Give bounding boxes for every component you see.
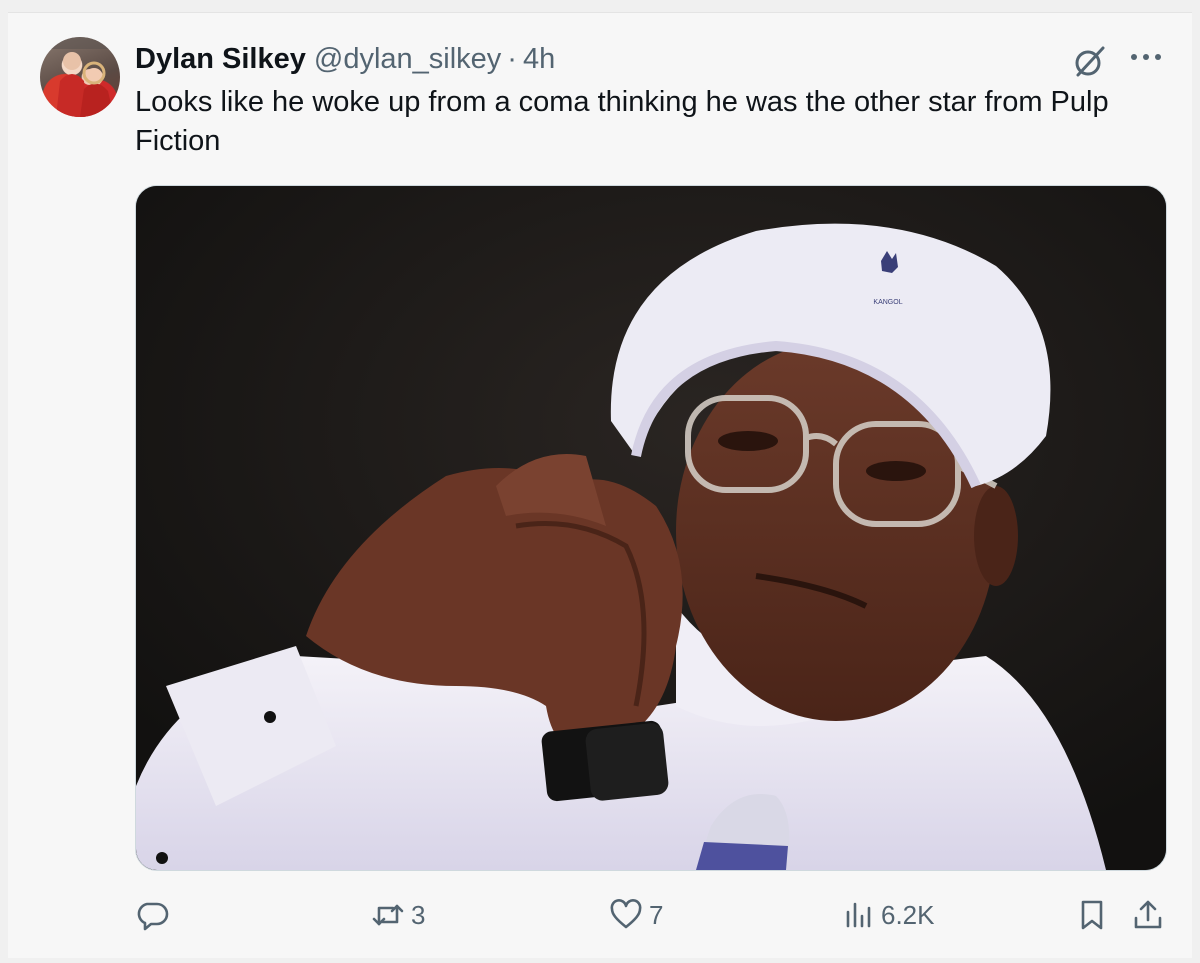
share-icon [1134, 900, 1162, 929]
views-count: 6.2K [881, 899, 935, 930]
svg-text:KANGOL: KANGOL [873, 299, 902, 306]
retweet-count: 3 [411, 899, 426, 930]
timestamp[interactable]: 4h [523, 43, 555, 76]
user-handle[interactable]: @dylan_silkey [314, 43, 501, 76]
grok-icon[interactable] [1072, 43, 1108, 79]
tweet-header: Dylan Silkey @dylan_silkey · 4h [135, 39, 555, 79]
separator: · [507, 42, 517, 75]
bookmark-button[interactable] [1075, 893, 1109, 937]
avatar[interactable] [40, 37, 120, 117]
tweet-actions: 3 7 6.2K [135, 893, 1165, 937]
reply-icon [137, 902, 169, 931]
views-button[interactable]: 6.2K [841, 893, 935, 937]
tweet-media-photo[interactable]: KANGOL [135, 185, 1167, 871]
retweet-icon [372, 904, 404, 926]
bookmark-icon [1081, 900, 1103, 930]
like-count: 7 [649, 899, 664, 930]
photo-illustration: KANGOL [136, 186, 1166, 870]
share-button[interactable] [1131, 893, 1165, 937]
tweet-text: Looks like he woke up from a coma thinki… [135, 86, 1109, 157]
heart-icon [610, 899, 642, 929]
retweet-button[interactable]: 3 [371, 893, 425, 937]
views-icon [846, 902, 871, 928]
avatar-photo [40, 37, 120, 117]
more-options-icon[interactable] [1126, 43, 1166, 73]
like-button[interactable]: 7 [609, 893, 663, 937]
reply-button[interactable] [135, 893, 175, 937]
display-name[interactable]: Dylan Silkey [135, 43, 306, 76]
tweet-card[interactable]: Dylan Silkey @dylan_silkey · 4h Looks li… [8, 12, 1192, 958]
